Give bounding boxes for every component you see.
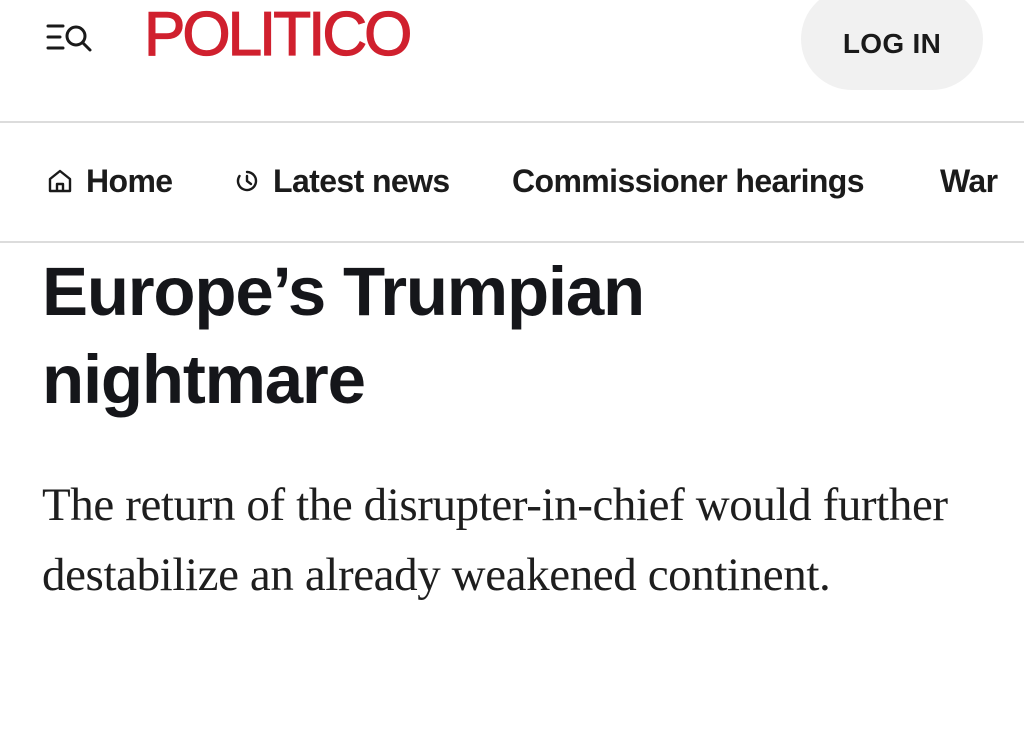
site-header: POLITICO LOG IN: [0, 0, 1024, 122]
nav-item-label: War: [940, 162, 998, 199]
home-icon: [46, 167, 74, 195]
nav-item-label: Commissioner hearings: [512, 162, 865, 199]
section-nav: Home Latest news Commissioner hearings W…: [0, 123, 1024, 241]
article-headline: Europe’s Trumpian nightmare: [42, 253, 645, 418]
nav-item-commissioner-hearings[interactable]: Commissioner hearings: [512, 161, 865, 201]
politico-logo[interactable]: POLITICO: [143, 1, 413, 68]
clock-icon: [233, 167, 261, 195]
nav-item-label: Latest news: [273, 162, 450, 199]
login-button[interactable]: LOG IN: [801, 0, 983, 90]
nav-item-latest-news[interactable]: Latest news: [233, 161, 450, 201]
nav-item-war[interactable]: War: [940, 161, 998, 201]
article-dek: The return of the disrupter-in-chief wou…: [42, 479, 948, 601]
nav-item-home[interactable]: Home: [46, 161, 173, 201]
menu-search-icon[interactable]: [46, 22, 98, 54]
nav-divider: [0, 241, 1024, 243]
nav-item-label: Home: [86, 162, 173, 199]
